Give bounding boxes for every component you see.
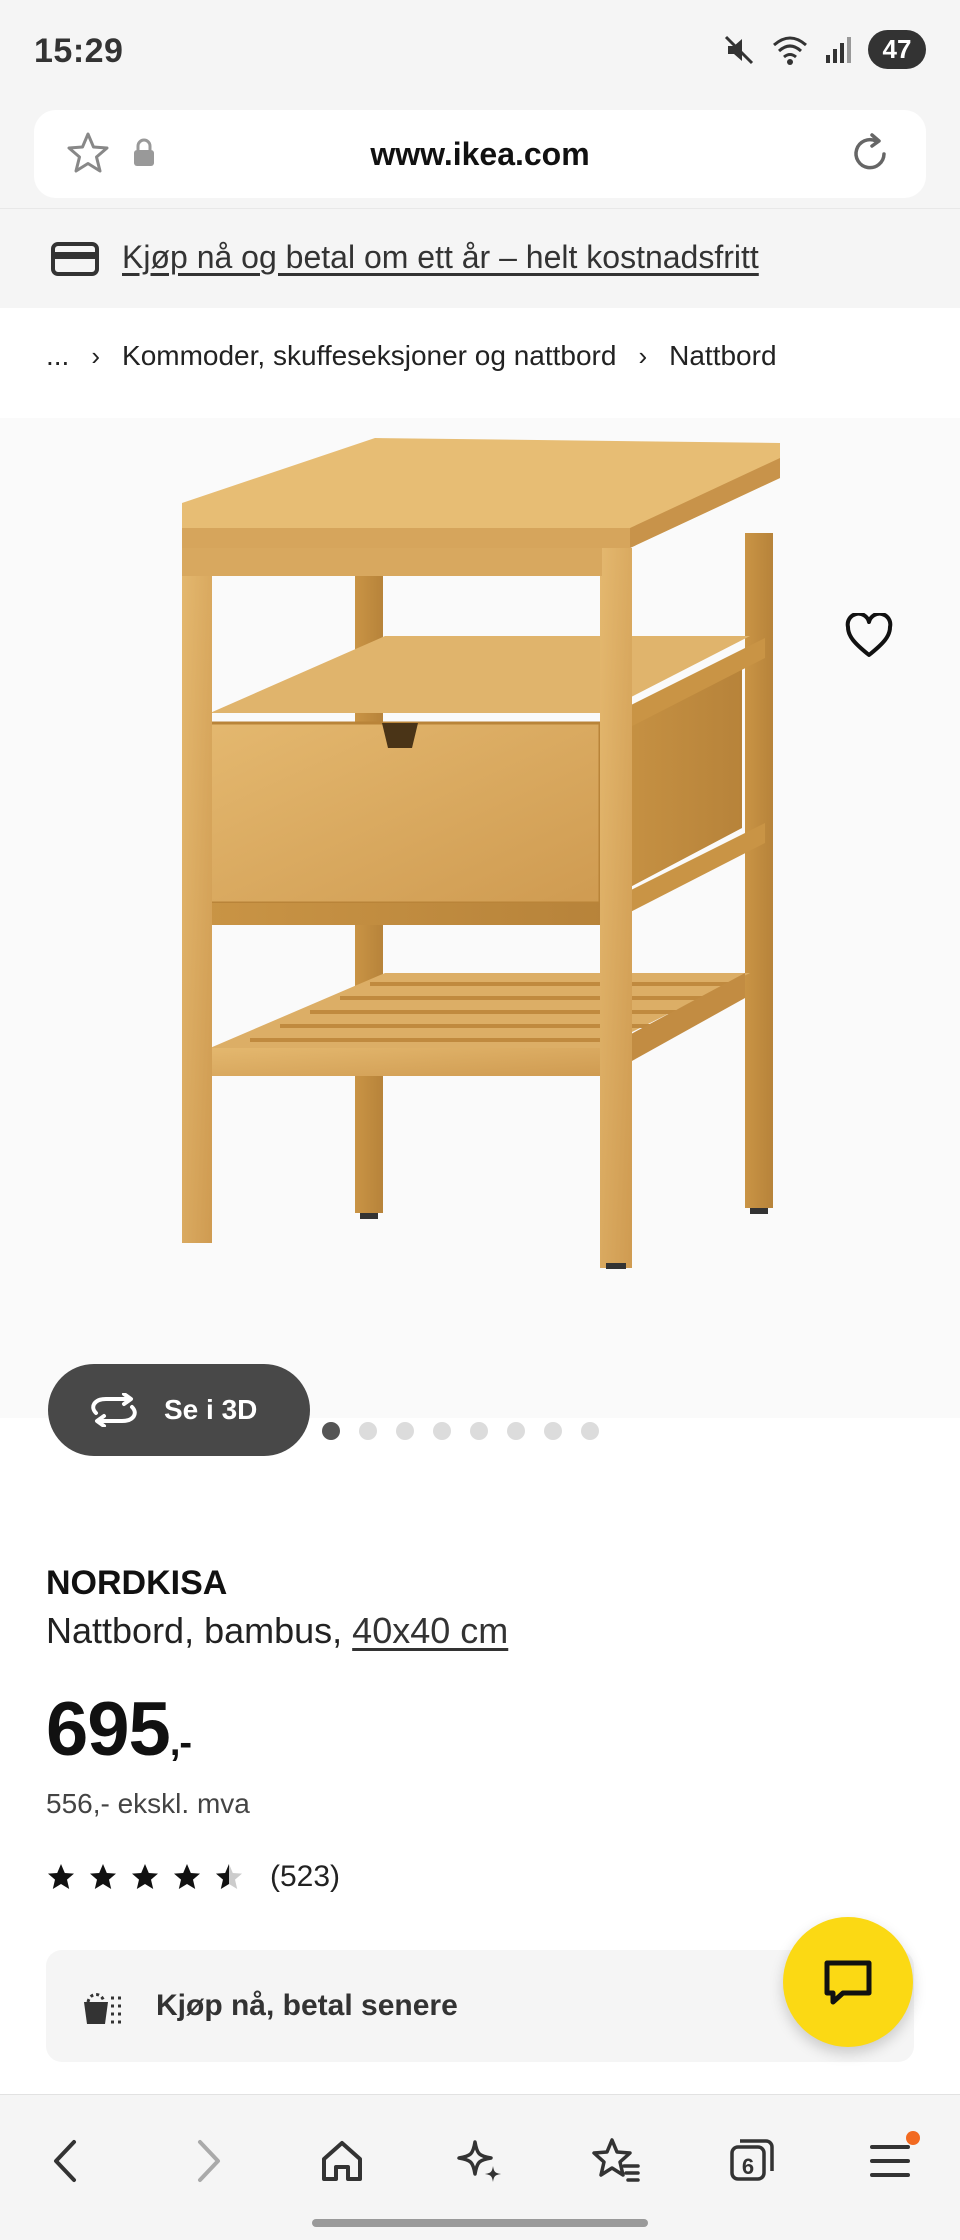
url-bar[interactable]: www.ikea.com: [34, 110, 926, 198]
signal-icon: [826, 36, 851, 63]
back-button[interactable]: [30, 2125, 102, 2197]
ai-button[interactable]: [444, 2125, 516, 2197]
gallery-dot[interactable]: [506, 1422, 525, 1440]
star-icon: [132, 1864, 158, 1889]
breadcrumb-ellipsis[interactable]: ...: [46, 340, 69, 372]
rating-count[interactable]: (523): [270, 1860, 340, 1894]
gallery-dot[interactable]: [395, 1422, 414, 1440]
url-text[interactable]: www.ikea.com: [34, 136, 926, 173]
star-icon: [48, 1864, 74, 1889]
bnpl-icon: [84, 1993, 124, 2024]
promo-link[interactable]: Kjøp nå og betal om ett år – helt kostna…: [122, 239, 759, 276]
notification-dot: [906, 2131, 920, 2145]
bookmarks-button[interactable]: [580, 2125, 652, 2197]
gallery-dot[interactable]: [543, 1422, 562, 1440]
breadcrumb-category[interactable]: Kommoder, skuffeseksjoner og nattbord: [122, 340, 616, 372]
forward-button[interactable]: [172, 2125, 244, 2197]
home-icon: [322, 2141, 362, 2181]
product-price: 695,-: [46, 1686, 192, 1773]
gallery-dot[interactable]: [432, 1422, 451, 1440]
gallery-dot[interactable]: [358, 1422, 377, 1440]
product-description: Nattbord, bambus, 40x40 cm: [46, 1610, 508, 1652]
tabs-button[interactable]: 6: [716, 2125, 788, 2197]
back-icon: [54, 2140, 76, 2182]
menu-icon: [870, 2145, 910, 2177]
gallery-dot[interactable]: [469, 1422, 488, 1440]
status-bar: 15:29 47: [0, 0, 960, 104]
home-button[interactable]: [306, 2125, 378, 2197]
wifi-icon: [773, 36, 807, 65]
price-suffix: ,-: [169, 1722, 192, 1764]
heart-icon[interactable]: [844, 613, 894, 659]
browser-bottom-nav: 6: [0, 2094, 960, 2240]
breadcrumb-current[interactable]: Nattbord: [669, 340, 776, 372]
product-type: Nattbord, bambus,: [46, 1610, 343, 1651]
chevron-right-icon: ›: [638, 340, 648, 371]
bookmarks-icon: [592, 2138, 640, 2182]
menu-button[interactable]: [854, 2125, 926, 2197]
breadcrumb: ... › Kommoder, skuffeseksjoner og nattb…: [46, 340, 777, 372]
product-name: NORDKISA: [46, 1564, 228, 1602]
gallery-pagination: [0, 1422, 960, 1440]
battery-indicator: 47: [868, 30, 926, 69]
product-rating[interactable]: (523): [46, 1860, 340, 1894]
promo-banner[interactable]: Kjøp nå og betal om ett år – helt kostna…: [0, 208, 960, 308]
chevron-right-icon: ›: [91, 340, 101, 371]
star-icon: [90, 1864, 116, 1889]
card-icon: [51, 242, 99, 276]
chat-icon: [824, 1960, 872, 2005]
product-image[interactable]: Se i 3D: [0, 418, 960, 1456]
home-indicator: [312, 2219, 648, 2227]
gallery-dot[interactable]: [580, 1422, 599, 1440]
forward-icon: [198, 2140, 220, 2182]
sparkle-icon: [457, 2140, 501, 2182]
tab-count: 6: [741, 2154, 755, 2179]
price-value: 695: [46, 1687, 171, 1772]
mute-icon: [724, 35, 754, 64]
star-icon: [174, 1864, 200, 1889]
gallery-dot[interactable]: [321, 1422, 340, 1440]
status-time: 15:29: [34, 32, 124, 70]
half-star-icon: [216, 1864, 242, 1889]
product-size-link[interactable]: 40x40 cm: [352, 1610, 508, 1651]
product-page: ... › Kommoder, skuffeseksjoner og nattb…: [0, 308, 960, 2094]
reload-icon[interactable]: [846, 130, 894, 178]
bnpl-label: Kjøp nå, betal senere: [156, 1989, 458, 2022]
status-icons: 47: [722, 30, 926, 69]
price-excl-vat: 556,- ekskl. mva: [46, 1788, 250, 1819]
chat-button[interactable]: [783, 1917, 913, 2047]
view-3d-button[interactable]: Se i 3D: [48, 1364, 310, 1456]
nightstand-illustration: [182, 438, 780, 1269]
